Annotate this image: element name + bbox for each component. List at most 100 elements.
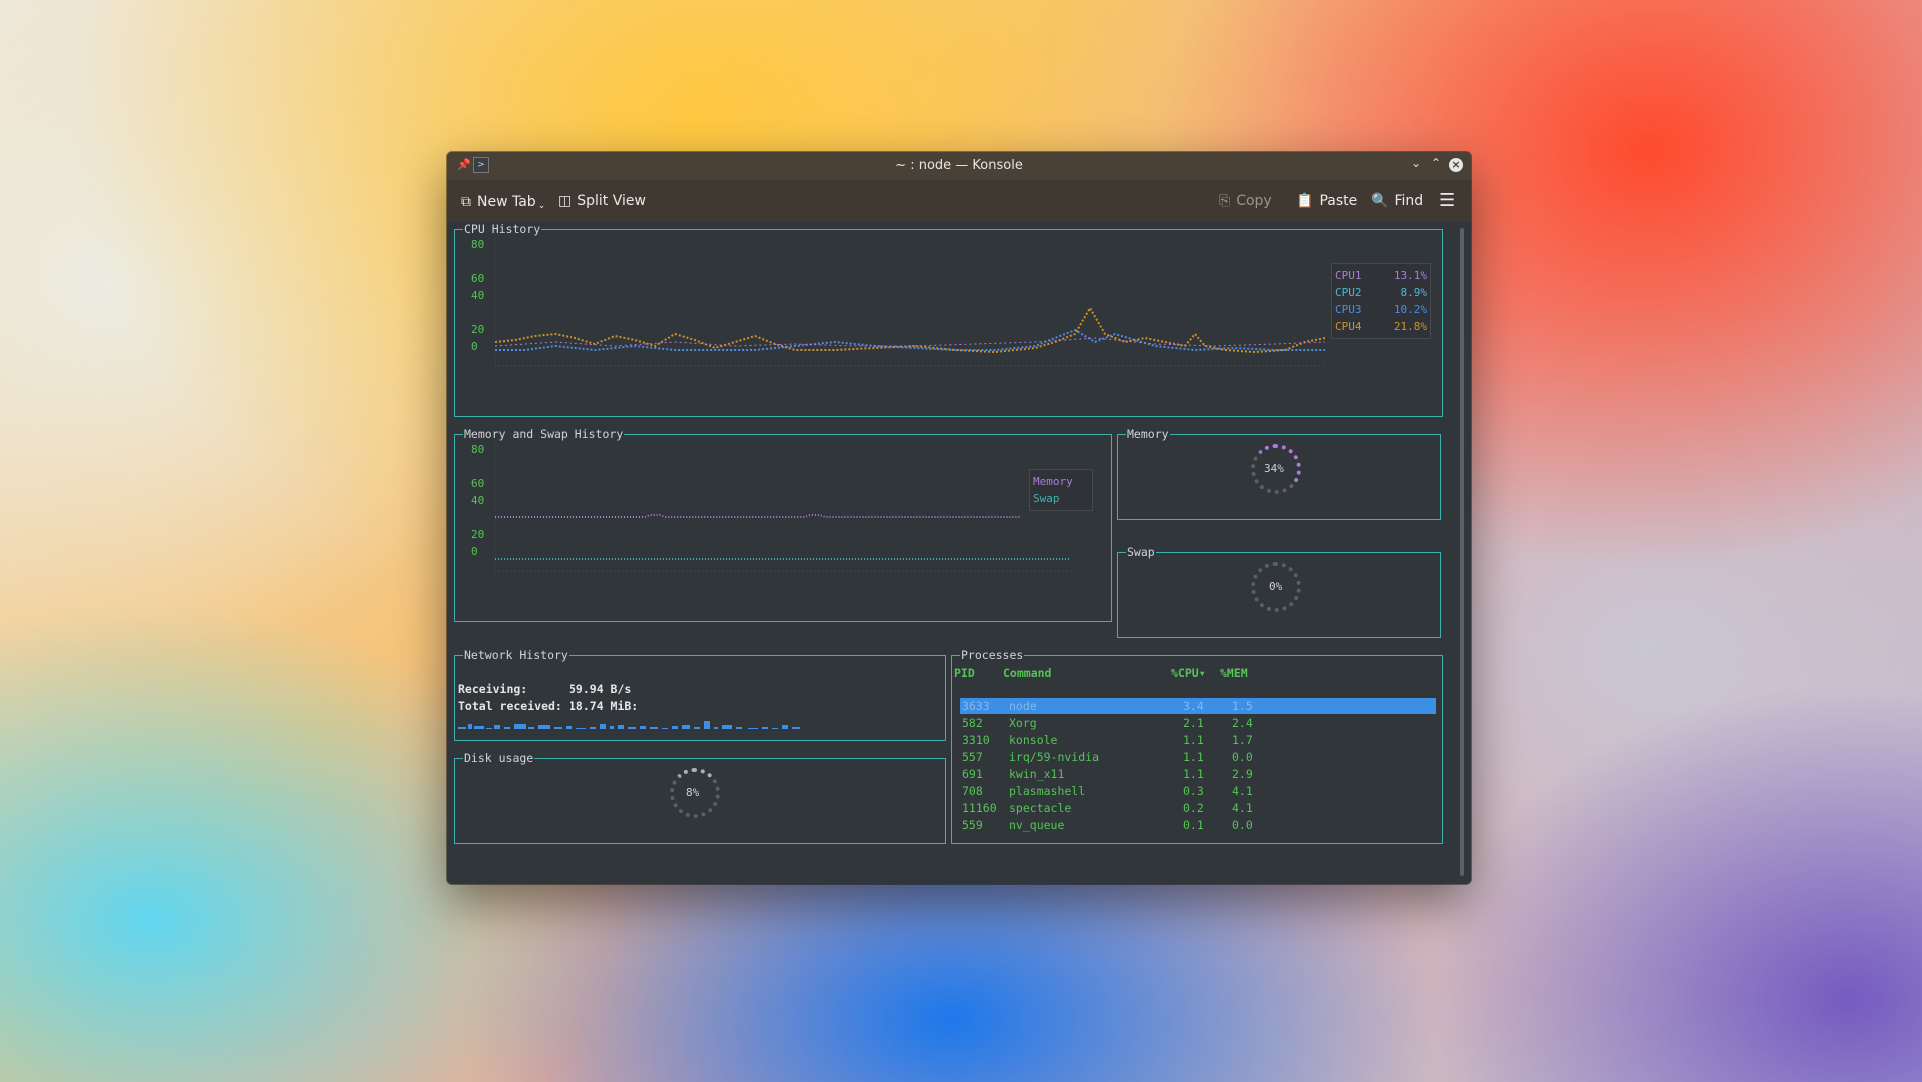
- process-cpu: 1.1: [1183, 767, 1204, 781]
- total-received-label: Total received:: [458, 699, 562, 713]
- copy-button[interactable]: ⎘ Copy: [1219, 193, 1272, 209]
- process-row[interactable]: 3633 node 3.4 1.5: [960, 698, 1436, 714]
- process-mem: 4.1: [1232, 801, 1253, 815]
- process-cmd: plasmashell: [1009, 784, 1086, 798]
- receiving-value: 59.94 B/s: [569, 682, 632, 696]
- chevron-down-icon[interactable]: ⌄: [538, 201, 546, 211]
- find-button[interactable]: 🔍 Find: [1371, 193, 1423, 209]
- process-cpu: 0.3: [1183, 784, 1204, 798]
- memswap-ytick: 80: [471, 443, 485, 456]
- process-cmd: Xorg: [1009, 716, 1037, 730]
- processes-panel: Processes PID Command %CPU▾ %MEM 3633 nod…: [951, 648, 1443, 844]
- process-pid: 3310: [962, 733, 990, 747]
- process-cmd: konsole: [1009, 733, 1058, 747]
- column-header-command[interactable]: Command: [1003, 666, 1051, 680]
- process-row[interactable]: 557 irq/59-nvidia 1.1 0.0: [960, 749, 1436, 765]
- memswap-legend: Memory Swap: [1029, 469, 1093, 511]
- legend-swap: Swap: [1033, 492, 1060, 505]
- memswap-ytick: 20: [471, 528, 485, 541]
- column-header-pid[interactable]: PID: [954, 666, 975, 680]
- process-cpu: 0.2: [1183, 801, 1204, 815]
- process-mem: 1.7: [1232, 733, 1253, 747]
- network-graph: [458, 721, 800, 729]
- cpu-ytick: 40: [471, 289, 485, 302]
- process-pid: 582: [962, 716, 983, 730]
- process-mem: 1.5: [1232, 699, 1253, 713]
- memory-title: Memory: [1126, 427, 1170, 441]
- process-row[interactable]: 11160 spectacle 0.2 4.1: [960, 800, 1436, 816]
- cpu-ytick: 60: [471, 272, 485, 285]
- process-pid: 691: [962, 767, 983, 781]
- process-cmd: kwin_x11: [1009, 767, 1065, 781]
- process-row[interactable]: 3310 konsole 1.1 1.7: [960, 732, 1436, 748]
- toolbar: ⧉ New Tab ⌄ ◫ Split View ⎘ Copy 📋 Paste …: [447, 180, 1471, 222]
- process-pid: 708: [962, 784, 983, 798]
- memory-percent: 34%: [1264, 462, 1284, 475]
- process-pid: 559: [962, 818, 983, 832]
- legend-memory: Memory: [1033, 475, 1073, 488]
- swap-panel: Swap 0%: [1117, 545, 1441, 638]
- paste-label: Paste: [1319, 193, 1358, 209]
- scrollbar[interactable]: [1460, 228, 1464, 876]
- new-tab-button[interactable]: ⧉ New Tab ⌄: [461, 193, 545, 211]
- memory-swap-history-panel: Memory and Swap History 80 60 40 20 0 Me…: [454, 427, 1112, 622]
- cpu-legend: CPU1 13.1% CPU2 8.9% CPU3 10.2% CPU4 21.8%: [1331, 263, 1431, 339]
- cpu-ytick: 80: [471, 238, 485, 251]
- paste-button[interactable]: 📋 Paste: [1296, 193, 1357, 209]
- memswap-ytick: 0: [471, 545, 478, 558]
- process-mem: 0.0: [1232, 818, 1253, 832]
- process-row[interactable]: 708 plasmashell 0.3 4.1: [960, 783, 1436, 799]
- process-mem: 2.4: [1232, 716, 1253, 730]
- network-history-title: Network History: [463, 648, 569, 662]
- legend-cpu1: CPU1 13.1%: [1335, 269, 1427, 282]
- processes-title: Processes: [960, 648, 1025, 662]
- find-label: Find: [1394, 193, 1424, 209]
- disk-usage-panel: Disk usage 8%: [454, 751, 946, 844]
- process-cpu: 0.1: [1183, 818, 1204, 832]
- disk-usage-title: Disk usage: [463, 751, 535, 765]
- process-cpu: 2.1: [1183, 716, 1204, 730]
- copy-label: Copy: [1236, 193, 1272, 209]
- legend-cpu3: CPU3 10.2%: [1335, 303, 1427, 316]
- process-row[interactable]: 582 Xorg 2.1 2.4: [960, 715, 1436, 731]
- minimize-icon[interactable]: ⌄: [1411, 156, 1421, 170]
- process-cmd: nv_queue: [1009, 818, 1065, 832]
- process-row[interactable]: 691 kwin_x11 1.1 2.9: [960, 766, 1436, 782]
- cpu-history-title: CPU History: [463, 222, 542, 236]
- paste-icon: 📋: [1296, 193, 1314, 209]
- swap-title: Swap: [1126, 545, 1156, 559]
- memswap-ytick: 60: [471, 477, 485, 490]
- memory-swap-graph: [495, 443, 1075, 572]
- swap-percent: 0%: [1269, 580, 1283, 593]
- memswap-ytick: 40: [471, 494, 485, 507]
- titlebar[interactable]: 📌 > ~ : node — Konsole ⌄ ⌃ ×: [447, 152, 1471, 180]
- terminal-area[interactable]: CPU History 80 60 40 20 0 CPU1 13.1% CPU2…: [447, 222, 1471, 884]
- column-header-mem[interactable]: %MEM: [1220, 666, 1248, 680]
- process-cpu: 1.1: [1183, 733, 1204, 747]
- copy-icon: ⎘: [1219, 193, 1231, 209]
- process-cpu: 3.4: [1183, 699, 1204, 713]
- split-view-icon: ◫: [558, 193, 572, 209]
- process-pid: 11160: [962, 801, 997, 815]
- process-cmd: irq/59-nvidia: [1009, 750, 1100, 764]
- column-header-cpu[interactable]: %CPU▾: [1171, 666, 1206, 680]
- maximize-icon[interactable]: ⌃: [1431, 156, 1441, 170]
- process-cmd: spectacle: [1009, 801, 1072, 815]
- legend-cpu2: CPU2 8.9%: [1335, 286, 1427, 299]
- process-row[interactable]: 559 nv_queue 0.1 0.0: [960, 817, 1436, 833]
- new-tab-label: New Tab: [477, 194, 536, 210]
- network-history-panel: Network History Receiving: 59.94 B/s Tot…: [454, 648, 946, 741]
- new-tab-icon: ⧉: [461, 194, 471, 210]
- total-received-value: 18.74 MiB:: [569, 699, 639, 713]
- cpu-ytick: 0: [471, 340, 478, 353]
- memory-panel: Memory 34%: [1117, 427, 1441, 520]
- close-icon[interactable]: ×: [1449, 158, 1463, 172]
- legend-cpu4: CPU4 21.8%: [1335, 320, 1427, 333]
- search-icon: 🔍: [1371, 193, 1389, 209]
- receiving-label: Receiving:: [458, 682, 528, 696]
- cpu-ytick: 20: [471, 323, 485, 336]
- split-view-button[interactable]: ◫ Split View: [558, 193, 646, 209]
- process-mem: 4.1: [1232, 784, 1253, 798]
- disk-percent: 8%: [686, 786, 700, 799]
- hamburger-menu-icon[interactable]: ☰: [1439, 190, 1455, 211]
